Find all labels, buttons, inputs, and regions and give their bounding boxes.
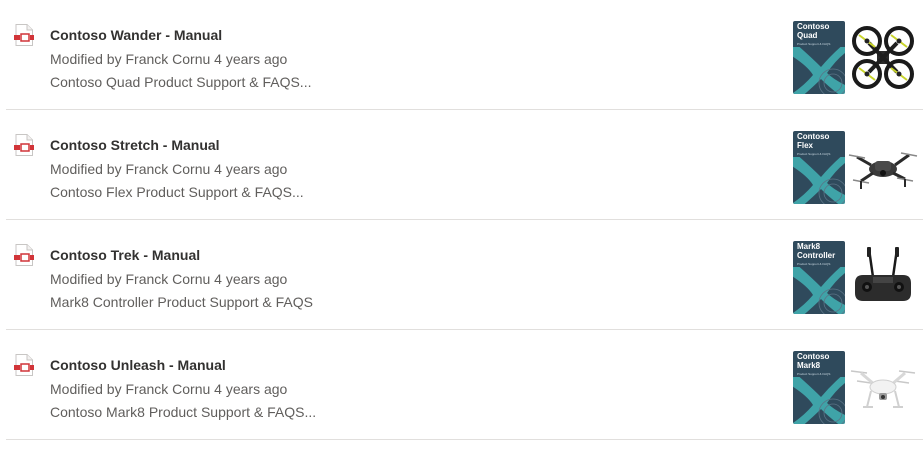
cover-x-graphic	[793, 47, 845, 94]
document-title[interactable]: Contoso Stretch - Manual	[50, 137, 220, 153]
cover-title: Contoso Quad	[797, 22, 830, 40]
pdf-file-icon	[14, 24, 34, 46]
modified-info: Modified by Franck Cornu 4 years ago	[50, 271, 288, 287]
document-thumbnail[interactable]: Mark8 Controller Product Support & FAQS	[793, 241, 919, 314]
document-title[interactable]: Contoso Unleash - Manual	[50, 357, 226, 373]
document-description: Mark8 Controller Product Support & FAQS	[50, 294, 313, 310]
document-list: Contoso Wander - Manual Modified by Fran…	[0, 0, 923, 452]
document-row[interactable]: Contoso Wander - Manual Modified by Fran…	[6, 0, 923, 110]
drone-image	[848, 152, 918, 189]
manual-cover: Contoso Flex Product Support & FAQS	[793, 131, 845, 204]
pdf-file-icon	[14, 354, 34, 376]
document-row[interactable]: Contoso Unleash - Manual Modified by Fra…	[6, 330, 923, 440]
cover-subtitle: Product Support & FAQS	[797, 372, 831, 376]
cover-x-graphic	[793, 267, 845, 314]
document-description: Contoso Quad Product Support & FAQS...	[50, 74, 312, 90]
cover-title: Mark8 Controller	[797, 242, 836, 260]
manual-cover: Contoso Mark8 Product Support & FAQS	[793, 351, 845, 424]
white-drone-image	[850, 370, 916, 408]
cover-subtitle: Product Support & FAQS	[797, 262, 831, 266]
cover-x-graphic	[793, 377, 845, 424]
modified-info: Modified by Franck Cornu 4 years ago	[50, 161, 288, 177]
document-description: Contoso Flex Product Support & FAQS...	[50, 184, 304, 200]
quadcopter-image	[852, 26, 914, 89]
document-description: Contoso Mark8 Product Support & FAQS...	[50, 404, 317, 420]
document-title[interactable]: Contoso Trek - Manual	[50, 247, 200, 263]
modified-info: Modified by Franck Cornu 4 years ago	[50, 51, 288, 67]
document-thumbnail[interactable]: Contoso Mark8 Product Support & FAQS	[793, 351, 919, 424]
cover-title: Contoso Mark8	[797, 352, 830, 370]
document-row[interactable]: Contoso Stretch - Manual Modified by Fra…	[6, 110, 923, 220]
manual-cover: Contoso Quad Product Support & FAQS	[793, 21, 845, 94]
document-title[interactable]: Contoso Wander - Manual	[50, 27, 222, 43]
document-row[interactable]: Contoso Trek - Manual Modified by Franck…	[6, 220, 923, 330]
cover-title: Contoso Flex	[797, 132, 830, 150]
cover-x-graphic	[793, 157, 845, 204]
cover-subtitle: Product Support & FAQS	[797, 152, 831, 156]
document-thumbnail[interactable]: Contoso Flex Product Support & FAQS	[793, 131, 919, 204]
cover-subtitle: Product Support & FAQS	[797, 42, 831, 46]
pdf-file-icon	[14, 244, 34, 266]
modified-info: Modified by Franck Cornu 4 years ago	[50, 381, 288, 397]
pdf-file-icon	[14, 134, 34, 156]
controller-image	[855, 247, 911, 301]
manual-cover: Mark8 Controller Product Support & FAQS	[793, 241, 845, 314]
document-thumbnail[interactable]: Contoso Quad Product Support & FAQS	[793, 21, 919, 94]
